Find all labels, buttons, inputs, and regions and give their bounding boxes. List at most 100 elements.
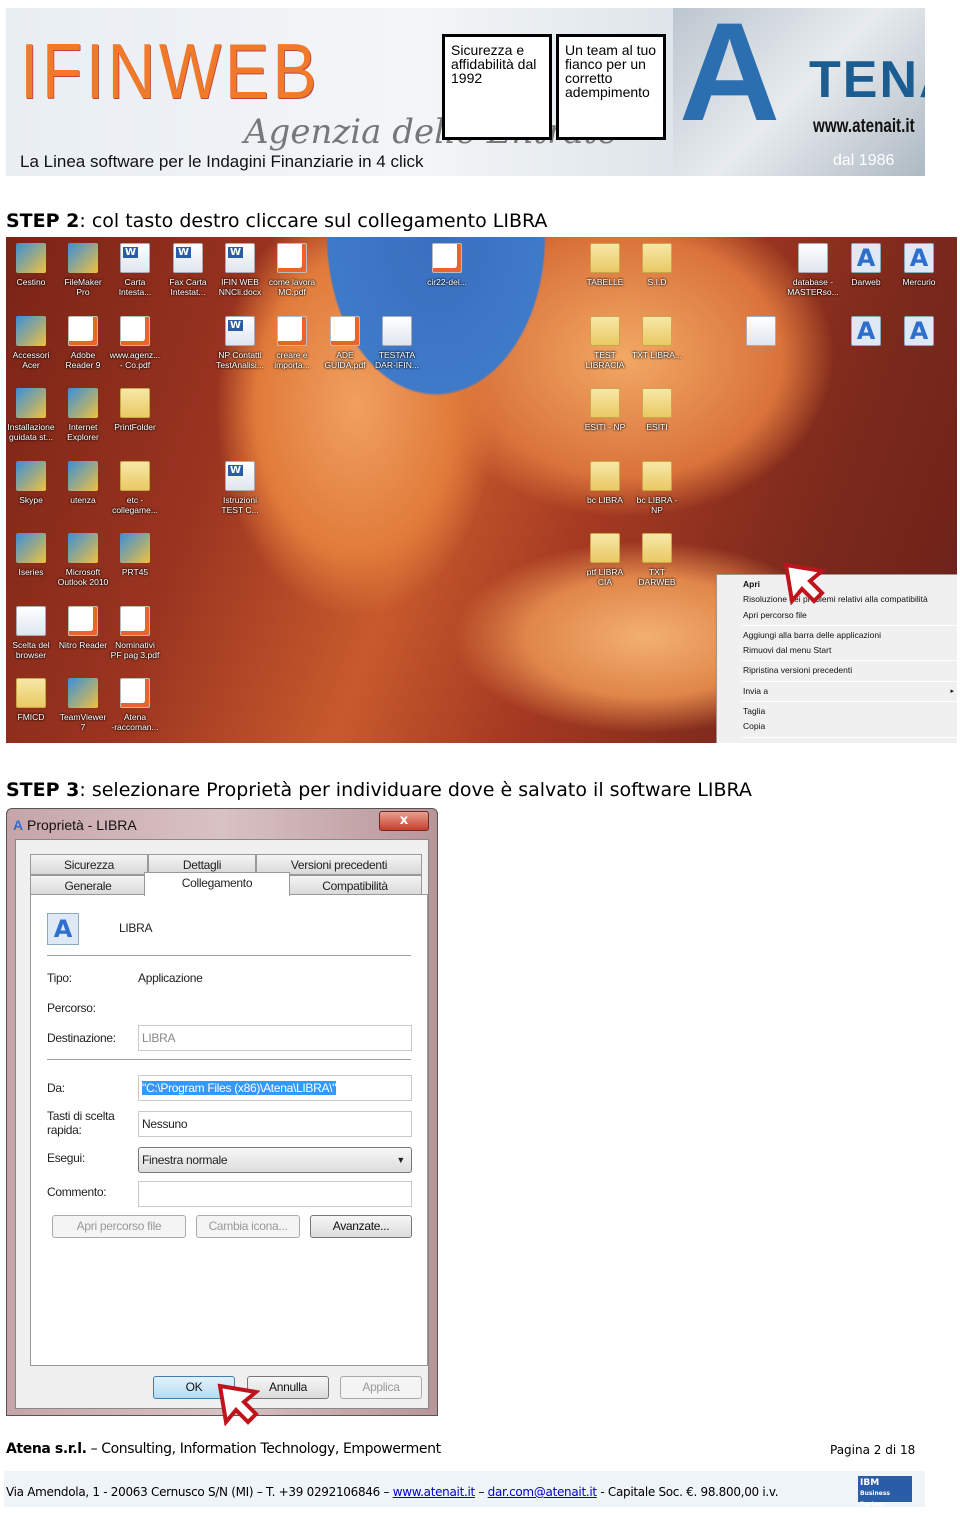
cambia-icona-button[interactable]: Cambia icona... xyxy=(196,1215,300,1238)
desktop-icon[interactable]: Scelta del browser xyxy=(6,605,57,660)
footer-address-bar: Via Amendola, 1 - 20063 Cernusco S/N (MI… xyxy=(4,1471,925,1507)
desktop-icon[interactable]: utenza xyxy=(57,460,109,505)
desktop-icon-label: Atena -raccoman... xyxy=(111,712,159,732)
website-link[interactable]: www.atenait.it xyxy=(393,1485,476,1499)
tab-sicurezza[interactable]: Sicurezza xyxy=(30,854,148,875)
desktop-icon[interactable]: ESITI - NP xyxy=(579,388,631,432)
desktop-icon[interactable]: database - MASTERso... xyxy=(787,243,839,297)
desktop-icon[interactable]: Microsoft Outlook 2010 xyxy=(57,533,109,587)
desktop-icon[interactable]: FMICD xyxy=(6,678,57,722)
printer-icon xyxy=(16,388,46,418)
avanzate-button[interactable]: Avanzate... xyxy=(310,1215,412,1238)
esegui-select[interactable]: Finestra normale ▼ xyxy=(138,1147,412,1173)
divider xyxy=(47,1059,411,1060)
desktop-icon[interactable]: Istruzioni TEST C... xyxy=(214,460,266,515)
desktop-icon[interactable]: TeamViewer 7 xyxy=(57,678,109,732)
word-icon xyxy=(225,460,255,491)
menu-item[interactable]: Rimuovi dal menu Start xyxy=(717,643,957,658)
folder-icon xyxy=(120,460,150,491)
submenu-arrow-icon: ▸ xyxy=(950,687,954,695)
desktop-icon[interactable]: bc LIBRA - NP xyxy=(631,460,683,515)
apri-percorso-button[interactable]: Apri percorso file xyxy=(52,1215,186,1238)
desktop-icon[interactable]: NP Contatti TestAnalisi... xyxy=(214,315,266,370)
desktop-icon-label: Microsoft Outlook 2010 xyxy=(57,567,109,587)
destinazione-field[interactable]: LIBRA xyxy=(138,1025,412,1051)
doc-icon xyxy=(746,315,776,346)
desktop-icon[interactable]: A xyxy=(840,315,892,350)
menu-item[interactable]: Aggiungi alla barra delle applicazioni xyxy=(717,628,957,643)
desktop-icon[interactable]: TXT DARWEB xyxy=(631,533,683,587)
pdf-icon xyxy=(277,315,307,346)
email-link[interactable]: dar.com@atenait.it xyxy=(488,1485,597,1499)
menu-item[interactable]: Taglia xyxy=(717,704,957,719)
desktop-icon[interactable]: TEST LIBRACIA xyxy=(579,315,631,370)
desktop-icon-label: Internet Explorer xyxy=(67,422,99,442)
tab-collegamento[interactable]: Collegamento xyxy=(144,872,290,896)
desktop-icon[interactable]: Carta Intesta... xyxy=(109,243,161,297)
desktop-icon[interactable]: Nominativi PF pag 3.pdf xyxy=(109,605,161,660)
desktop-icon[interactable]: Internet Explorer xyxy=(57,388,109,442)
folder-icon xyxy=(642,315,672,346)
desktop-icon[interactable]: www.agenz... - Co.pdf xyxy=(109,315,161,370)
desktop-icon[interactable]: etc - collegame... xyxy=(109,460,161,515)
tab-compatibilita[interactable]: Compatibilità xyxy=(288,875,422,896)
desktop-icon[interactable]: creare e importa... xyxy=(266,315,318,370)
desktop-icon[interactable]: S.I.D xyxy=(631,243,683,287)
da-field[interactable]: "C:\Program Files (x86)\Atena\LIBRA\" xyxy=(138,1075,412,1101)
menu-item[interactable]: Copia xyxy=(717,719,957,734)
app-icon xyxy=(68,388,98,418)
desktop-icon[interactable]: TESTATA DAR-IFIN... xyxy=(371,315,423,370)
menu-item[interactable]: Apri percorso file xyxy=(717,608,957,623)
desktop-icon[interactable]: PRT45 xyxy=(109,533,161,577)
desktop-icon[interactable]: bc LIBRA xyxy=(579,460,631,505)
word-icon xyxy=(225,315,255,346)
desktop-icon[interactable]: FileMaker Pro xyxy=(57,243,109,297)
desktop-icon[interactable]: Iseries xyxy=(6,533,57,577)
desktop-icon[interactable]: Fax Carta Intestat... xyxy=(162,243,214,297)
menu-item-label: Apri percorso file xyxy=(743,609,807,620)
desktop-icon[interactable]: TXT LIBRA... xyxy=(631,315,683,360)
desktop-icon[interactable]: come lavora MC.pdf xyxy=(266,243,318,297)
pdf-icon xyxy=(68,605,98,636)
desktop-icon[interactable]: ptf LIBRA CIA xyxy=(579,533,631,587)
close-button[interactable]: x xyxy=(379,811,429,831)
desktop-icon[interactable]: Skype xyxy=(6,460,57,505)
desktop-icon[interactable]: ADE GUIDA.pdf xyxy=(319,315,371,370)
menu-item-label: Risoluzione dei problemi relativi alla c… xyxy=(743,594,928,605)
atena-logo: A TENA www.atenait.it dal 1986 xyxy=(673,8,925,176)
desktop-icon[interactable]: PrintFolder xyxy=(109,388,161,432)
desktop-icon-label: www.agenz... - Co.pdf xyxy=(109,349,161,370)
company-name: Atena s.r.l. xyxy=(6,1441,87,1457)
desktop-icon-label: PRT45 xyxy=(121,567,149,577)
desktop-icon[interactable] xyxy=(735,315,787,350)
desktop-icon[interactable]: A Darweb xyxy=(840,243,892,287)
speech-bubble-team: Un team al tuo fianco per un corretto ad… xyxy=(556,34,666,140)
tasti-field[interactable]: Nessuno xyxy=(138,1111,412,1137)
desktop-icon[interactable]: cir22-del... xyxy=(421,243,473,287)
menu-item[interactable]: Invia a ▸ xyxy=(717,684,957,699)
tab-generale[interactable]: Generale xyxy=(30,875,146,896)
desktop-icon[interactable]: A xyxy=(893,315,945,350)
desktop-icon[interactable]: Adobe Reader 9 xyxy=(57,315,109,370)
desktop-icon[interactable]: Nitro Reader xyxy=(57,605,109,650)
menu-item[interactable]: Apri xyxy=(717,577,957,592)
desktop-icon[interactable]: Atena -raccoman... xyxy=(109,678,161,732)
properties-dialog: A Proprietà - LIBRA x Sicurezza Dettagli… xyxy=(6,808,438,1416)
menu-item[interactable]: Risoluzione dei problemi relativi alla c… xyxy=(717,592,957,607)
dialog-body: Sicurezza Dettagli Versioni precedenti G… xyxy=(15,839,429,1409)
desktop-icon[interactable]: TABELLE xyxy=(579,243,631,287)
folder-icon xyxy=(16,678,46,708)
desktop-icon[interactable]: ESITI xyxy=(631,388,683,432)
commento-field[interactable] xyxy=(138,1181,412,1207)
desktop-icon[interactable]: IFIN WEB NNCli.docx xyxy=(214,243,266,297)
applica-button[interactable]: Applica xyxy=(340,1376,422,1399)
percorso-label: Percorso: xyxy=(47,1001,96,1015)
desktop-icon[interactable]: Accessori Acer xyxy=(6,315,57,370)
menu-item[interactable]: Crea collegamento xyxy=(717,740,957,743)
menu-item[interactable]: Ripristina versioni precedenti xyxy=(717,663,957,678)
desktop-icon[interactable]: Installazione guidata st... xyxy=(6,388,57,442)
desktop-icon[interactable]: Cestino xyxy=(6,243,57,287)
desktop-icon[interactable]: A Mercurio xyxy=(893,243,945,287)
tasti-label: Tasti di scelta rapida: xyxy=(47,1109,115,1137)
pdf-icon xyxy=(120,315,150,346)
